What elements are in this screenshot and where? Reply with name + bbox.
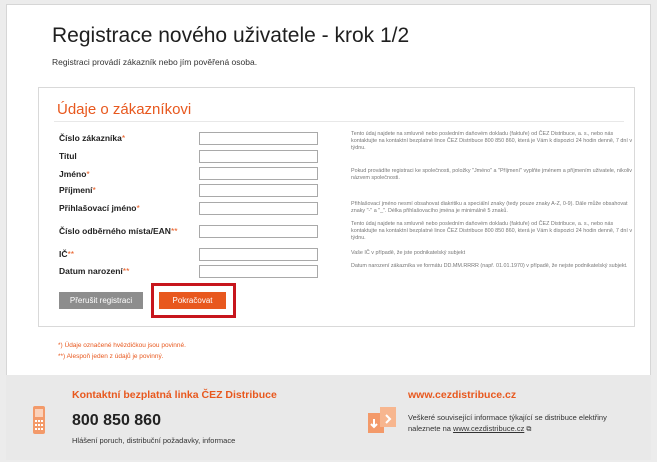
web-text: Veškeré související informace týkající s… <box>408 413 607 433</box>
ico-hint: Vaše IČ v případě, že jste podnikatelský… <box>351 250 466 256</box>
login-hint: Přihlašovací jméno nesmí obsahovat diakr… <box>351 201 628 214</box>
continue-button[interactable]: Pokračovat <box>159 292 226 309</box>
documents-icon <box>368 407 396 433</box>
web-link[interactable]: www.cezdistribuce.cz <box>453 424 524 433</box>
title-input[interactable] <box>199 150 318 163</box>
required-note: *) Údaje označené hvězdičkou jsou povinn… <box>58 342 186 349</box>
customer-number-input[interactable] <box>199 132 318 145</box>
hotline-phone: 800 850 860 <box>72 412 161 429</box>
birth-date-hint: Datum narození zákazníka ve formátu DD.M… <box>351 263 628 269</box>
phone-icon <box>33 406 45 434</box>
ean-hint: Tento údaj najdete na smluvně nebo posle… <box>351 221 633 241</box>
customer-number-hint: Tento údaj najdete na smluvně nebo posle… <box>351 131 633 151</box>
hotline-text: Hlášení poruch, distribuční požadavky, i… <box>72 436 236 445</box>
web-title: www.cezdistribuce.cz <box>408 389 517 401</box>
birth-date-input[interactable] <box>199 265 318 278</box>
first-name-label: Jméno* <box>59 169 90 179</box>
last-name-input[interactable] <box>199 184 318 197</box>
birth-date-label: Datum narození** <box>59 266 130 276</box>
last-name-label: Příjmení* <box>59 185 96 195</box>
external-link-icon: ⧉ <box>526 426 532 433</box>
page-title: Registrace nového uživatele - krok 1/2 <box>52 24 410 47</box>
at-least-one-note: **) Alespoň jeden z údajů je povinný. <box>58 353 164 360</box>
login-input[interactable] <box>199 202 318 215</box>
section-title: Údaje o zákazníkovi <box>57 101 192 118</box>
customer-number-label: Číslo zákazníka* <box>59 133 126 143</box>
customer-form: Údaje o zákazníkovi Číslo zákazníka* Tit… <box>38 87 635 327</box>
first-name-input[interactable] <box>199 167 318 180</box>
ico-label: IČ** <box>59 249 75 259</box>
ico-input[interactable] <box>199 248 318 261</box>
ean-input[interactable] <box>199 225 318 238</box>
ean-label: Číslo odběrného místa/EAN** <box>59 226 178 236</box>
page-subtitle: Registraci provádí zákazník nebo jím pov… <box>52 57 258 67</box>
cancel-registration-button[interactable]: Přerušit registraci <box>59 292 143 309</box>
divider <box>54 121 624 122</box>
login-label: Přihlašovací jméno* <box>59 203 140 213</box>
title-label: Titul <box>59 151 77 161</box>
hotline-title: Kontaktní bezplatná linka ČEZ Distribuce <box>72 389 277 401</box>
footer: Kontaktní bezplatná linka ČEZ Distribuce… <box>6 375 651 460</box>
name-hint: Pokud provádíte registraci ke společnost… <box>351 168 632 181</box>
